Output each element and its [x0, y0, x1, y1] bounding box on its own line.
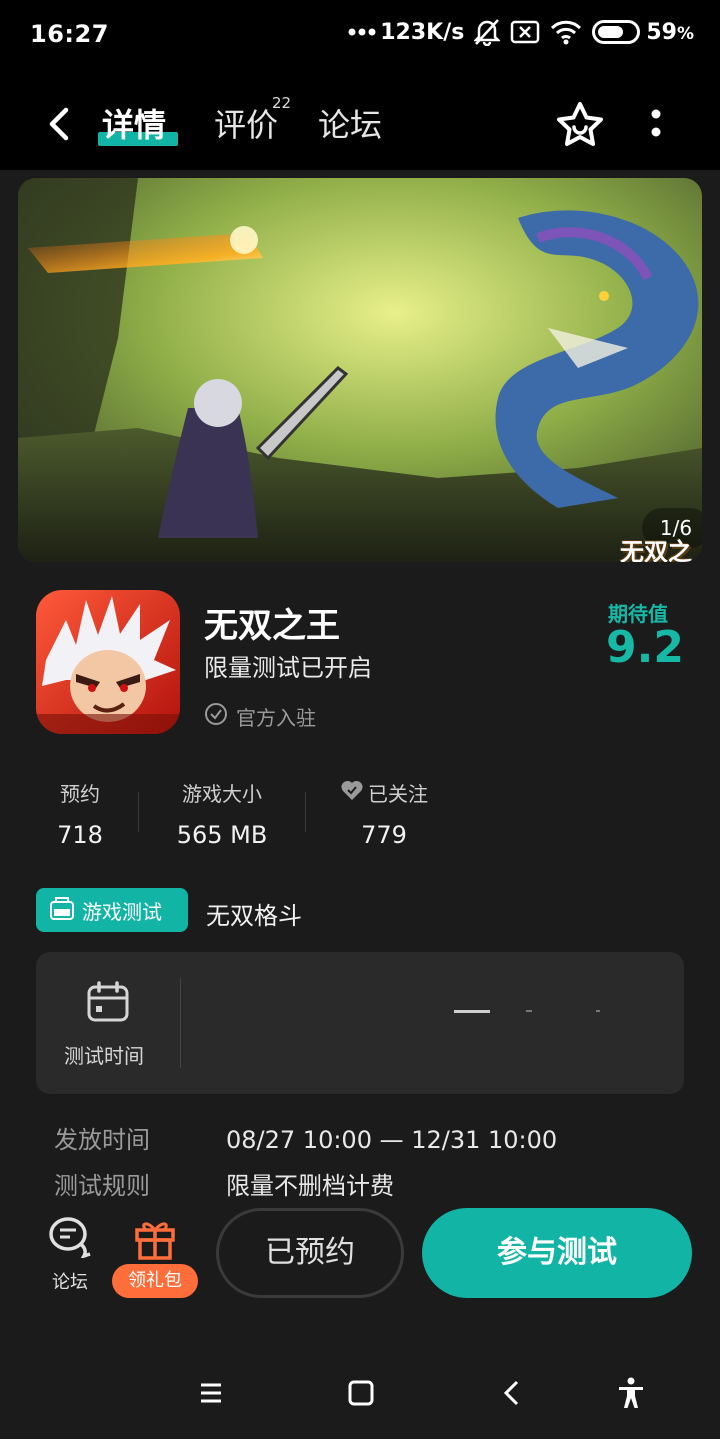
stat-label: 游戏大小	[182, 782, 262, 806]
game-test-label: 游戏测试	[82, 899, 162, 924]
test-time-label: 测试时间	[64, 1044, 144, 1068]
sim-off-icon	[510, 20, 540, 44]
status-time: 16:27	[30, 20, 109, 48]
stat-value: 718	[57, 821, 103, 849]
official-label: 官方入驻	[236, 706, 316, 730]
stat-reservations: 预约 718	[44, 778, 116, 849]
network-speed: 123K/s	[380, 19, 465, 45]
info-row-test-rules: 测试规则 限量不删档计费	[54, 1166, 394, 1200]
stat-label-followers: 已关注	[330, 778, 438, 807]
menu-icon[interactable]	[194, 1376, 228, 1410]
forum-chat-icon	[46, 1217, 94, 1262]
join-test-button[interactable]: 参与测试	[422, 1208, 692, 1298]
stat-value: 565 MB	[176, 821, 268, 849]
status-bar: 16:27 123K/s 59%	[0, 0, 720, 70]
bell-muted-icon	[474, 18, 501, 46]
stat-divider	[305, 792, 306, 832]
battery-indicator: 59%	[592, 20, 694, 45]
timeline-mark	[596, 1010, 600, 1012]
tab-details[interactable]: 详情	[102, 100, 166, 146]
reviews-count-badge: 22	[272, 94, 292, 112]
accessibility-icon[interactable]	[614, 1376, 648, 1410]
app-name: 无双之王	[204, 606, 340, 646]
gift-icon	[134, 1216, 176, 1264]
reserved-button[interactable]: 已预约	[216, 1208, 404, 1298]
gift-pack-button[interactable]: 领礼包	[112, 1216, 198, 1300]
test-time-card: 测试时间	[36, 952, 684, 1094]
main-content: 1/6 无双之王 无双之王 限量测试已开启 官方入驻	[0, 170, 720, 1200]
status-icons: 123K/s 59%	[348, 18, 694, 46]
gift-pack-label: 领礼包	[112, 1264, 198, 1298]
heart-icon	[340, 779, 364, 806]
calendar-icon	[86, 980, 130, 1024]
home-icon[interactable]	[344, 1376, 378, 1410]
tab-forum[interactable]: 论坛	[318, 100, 382, 146]
bottom-action-bar: 论坛 领礼包 已预约 参与测试	[0, 1200, 720, 1340]
info-value: 08/27 10:00 — 12/31 10:00	[226, 1126, 558, 1154]
top-nav: 详情 评价 22 论坛	[0, 80, 720, 170]
stat-label-text: 已关注	[368, 782, 428, 806]
info-key: 测试规则	[54, 1172, 150, 1200]
stat-divider	[138, 792, 139, 832]
forum-label: 论坛	[52, 1272, 88, 1293]
back-arrow-icon[interactable]	[40, 104, 80, 144]
banner-artwork	[18, 178, 702, 562]
app-icon	[36, 590, 180, 734]
battery-unit: %	[676, 23, 694, 44]
banner-game-logo: 无双之王	[620, 538, 692, 562]
stat-label: 预约	[60, 782, 100, 806]
forum-button[interactable]: 论坛	[44, 1216, 96, 1294]
stat-value: 779	[361, 821, 407, 849]
stat-game-size: 游戏大小 565 MB	[166, 778, 278, 849]
star-icon[interactable]	[554, 100, 606, 152]
banner-carousel[interactable]: 1/6 无双之王	[18, 178, 702, 562]
system-nav-bar	[0, 1340, 720, 1439]
back-icon[interactable]	[496, 1376, 530, 1410]
info-key: 发放时间	[54, 1126, 150, 1154]
timeline-mark	[454, 1010, 490, 1013]
test-tag-icon	[48, 894, 76, 927]
battery-icon	[592, 20, 641, 44]
test-name: 无双格斗	[206, 902, 302, 930]
tab-reviews[interactable]: 评价	[214, 100, 278, 146]
stat-followers: 已关注 779	[330, 778, 438, 849]
battery-level: 59	[646, 19, 677, 45]
card-divider	[180, 978, 181, 1068]
game-test-badge: 游戏测试	[36, 888, 188, 932]
info-row-release-time: 发放时间 08/27 10:00 — 12/31 10:00	[54, 1120, 557, 1155]
app-subtitle: 限量测试已开启	[204, 654, 372, 682]
official-badge: 官方入驻	[204, 702, 316, 731]
info-value: 限量不删档计费	[226, 1172, 394, 1200]
check-circle-icon	[204, 702, 228, 731]
expectation-score: 9.2	[606, 622, 684, 673]
dots-icon	[348, 27, 376, 37]
wifi-icon	[550, 19, 582, 45]
more-vertical-icon[interactable]	[640, 102, 672, 148]
timeline-mark	[526, 1010, 532, 1012]
